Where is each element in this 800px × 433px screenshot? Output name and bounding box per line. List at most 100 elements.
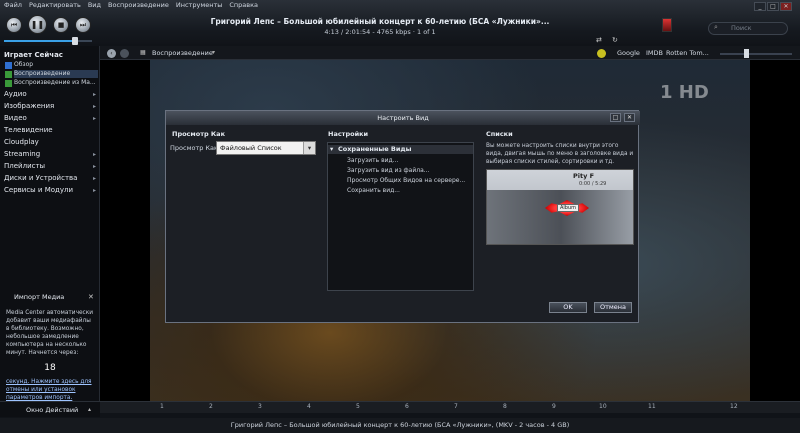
menu-tools[interactable]: Инструменты — [176, 0, 223, 10]
collapse-icon[interactable]: ▾ — [330, 145, 333, 154]
view-as-header: Просмотр Как — [172, 130, 225, 138]
lists-header: Списки — [486, 130, 513, 138]
media-center-window: Файл Редактировать Вид Воспроизведение И… — [0, 0, 800, 433]
saved-views-group[interactable]: ▾ Сохраненные Виды — [328, 145, 473, 154]
sidebar-item-tv[interactable]: Телевидение — [4, 126, 53, 134]
maximize-button[interactable]: □ — [767, 2, 779, 11]
playback-icon — [5, 71, 12, 78]
expand-streaming-icon[interactable]: ▸ — [93, 151, 96, 158]
next-button[interactable]: ⏭ — [75, 17, 91, 33]
import-settings-link[interactable]: секунд. Нажмите здесь для отмены или уст… — [6, 378, 96, 402]
menu-file[interactable]: Файл — [4, 0, 22, 10]
load-view-item[interactable]: Загрузить вид... — [347, 157, 398, 164]
cancel-button[interactable]: Отмена — [594, 302, 632, 313]
chevron-up-icon[interactable]: ▴ — [88, 406, 91, 413]
volume-fill — [4, 40, 74, 42]
timeline-tick: 4 — [307, 403, 311, 410]
shuffle-icon[interactable]: ⇄ — [596, 36, 602, 44]
customize-view-dialog: Настроить Вид □ ✕ Просмотр Как Просмотр … — [165, 110, 640, 323]
search-icon: ⌕ — [714, 23, 718, 31]
expand-video-icon[interactable]: ▸ — [93, 115, 96, 122]
size-slider-track[interactable] — [720, 53, 792, 55]
forward-button[interactable] — [120, 49, 129, 58]
timeline-tick: 3 — [258, 403, 262, 410]
sidebar-item-playing-now[interactable]: Играет Сейчас — [4, 51, 63, 59]
stop-icon: ■ — [57, 21, 65, 29]
sidebar-item-streaming[interactable]: Streaming — [4, 150, 40, 158]
chevron-down-icon[interactable]: ▾ — [212, 49, 215, 56]
ok-button[interactable]: OK — [549, 302, 587, 313]
close-button[interactable]: ✕ — [780, 2, 792, 11]
overview-icon — [5, 62, 12, 69]
sidebar-item-drives-devices[interactable]: Диски и Устройства — [4, 174, 77, 182]
lists-description: Вы можете настроить списки внутри этого … — [486, 143, 634, 165]
menu-edit[interactable]: Редактировать — [29, 0, 81, 10]
channel-logo: 1 HD — [660, 82, 709, 103]
rotten-tomatoes-link[interactable]: Rotten Tom... — [666, 49, 709, 57]
close-icon[interactable]: ✕ — [88, 293, 94, 301]
chevron-down-icon: ▾ — [303, 142, 315, 154]
sidebar-item-playback[interactable]: Воспроизведение — [14, 70, 98, 78]
timeline-tick: 1 — [160, 403, 164, 410]
expand-drives-icon[interactable]: ▸ — [93, 175, 96, 182]
import-countdown: 18 — [44, 363, 56, 373]
sidebar-item-video[interactable]: Видео — [4, 114, 27, 122]
settings-list: ▾ Сохраненные Виды Загрузить вид... Загру… — [327, 142, 474, 291]
minimize-button[interactable]: _ — [754, 2, 766, 11]
view-as-label: Просмотр Как: — [170, 144, 221, 152]
expand-services-icon[interactable]: ▸ — [93, 187, 96, 194]
seek-timeline[interactable]: 1 2 3 4 5 6 7 8 9 10 11 12 — [100, 401, 800, 413]
sidebar-item-audio[interactable]: Аудио — [4, 90, 27, 98]
now-playing-title: Григорий Лепс – Большой юбилейный концер… — [210, 17, 550, 26]
now-playing-info: 4:13 / 2:01:54 - 4765 kbps · 1 of 1 — [324, 28, 436, 36]
sidebar-item-overview[interactable]: Обзор — [14, 61, 98, 69]
preview-album-button: Album — [557, 204, 579, 212]
sidebar-item-playlists[interactable]: Плейлисты — [4, 162, 45, 170]
sidebar-item-services[interactable]: Сервисы и Модули — [4, 186, 73, 194]
preview-time-text: 0:00 / 5:29 — [579, 181, 607, 187]
size-slider-handle[interactable] — [744, 49, 749, 58]
playback-from-icon — [5, 80, 12, 87]
google-link[interactable]: Google — [617, 49, 640, 57]
repeat-icon[interactable]: ↻ — [612, 36, 618, 44]
preview-album-strip — [487, 190, 633, 244]
settings-header: Настройки — [328, 130, 369, 138]
volume-slider-handle[interactable] — [72, 37, 78, 45]
import-description: Media Center автоматически добавит ваши … — [6, 310, 94, 356]
timeline-tick: 12 — [730, 403, 738, 410]
sidebar-item-images[interactable]: Изображения — [4, 102, 54, 110]
expand-images-icon[interactable]: ▸ — [93, 103, 96, 110]
menu-help[interactable]: Справка — [229, 0, 258, 10]
sidebar-item-cloudplay[interactable]: Cloudplay — [4, 138, 39, 146]
lists-preview-image: Pity F 0:00 / 5:29 Album — [486, 169, 634, 245]
previous-button[interactable]: ⏮ — [6, 17, 22, 33]
preview-top-text: Pity F — [573, 172, 595, 180]
imdb-link[interactable]: IMDB — [646, 49, 663, 57]
browse-shared-views-item[interactable]: Просмотр Общих Видов на сервере... — [347, 177, 465, 184]
timeline-tick: 5 — [356, 403, 360, 410]
dialog-title: Настроить Вид — [166, 111, 640, 125]
view-grid-icon[interactable]: ▦ — [140, 49, 146, 56]
menu-view[interactable]: Вид — [88, 0, 101, 10]
save-view-item[interactable]: Сохранить вид... — [347, 187, 400, 194]
back-button[interactable]: ‹ — [107, 49, 116, 58]
playback-view-label[interactable]: Воспроизведение — [152, 49, 213, 57]
previous-icon: ⏮ — [10, 20, 18, 29]
sidebar-item-playback-from[interactable]: Воспроизведение из Ma... — [14, 79, 98, 87]
timeline-tick: 8 — [503, 403, 507, 410]
dialog-close-button[interactable]: ✕ — [624, 113, 635, 122]
timeline-tick: 10 — [599, 403, 607, 410]
action-window-label[interactable]: Окно Действий — [26, 406, 78, 414]
link-status-icon — [597, 49, 606, 58]
expand-audio-icon[interactable]: ▸ — [93, 91, 96, 98]
menu-playback[interactable]: Воспроизведение — [108, 0, 169, 10]
status-bar: Григорий Лепс – Большой юбилейный концер… — [0, 418, 800, 433]
stop-button[interactable]: ■ — [53, 17, 69, 33]
timeline-tick: 2 — [209, 403, 213, 410]
pause-button[interactable]: ❚❚ — [28, 15, 47, 34]
load-view-from-file-item[interactable]: Загрузить вид из файла... — [347, 167, 430, 174]
view-as-select[interactable]: Файловый Список ▾ — [216, 141, 316, 155]
search-input[interactable]: Поиск — [708, 22, 788, 35]
dialog-maximize-button[interactable]: □ — [610, 113, 621, 122]
expand-playlists-icon[interactable]: ▸ — [93, 163, 96, 170]
